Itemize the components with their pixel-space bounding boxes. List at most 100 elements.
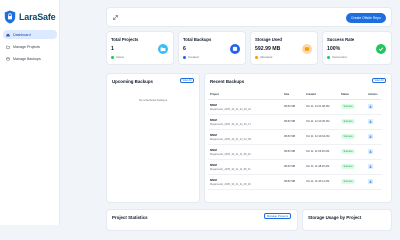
- status-dot: [255, 55, 258, 59]
- download-button[interactable]: [368, 104, 373, 109]
- stat-title: Total Projects: [111, 37, 139, 42]
- table-row: MSM Megamenlo_2025_10_21_11_58_31 98.83 M…: [208, 159, 382, 175]
- table-row: MSM Megamenlo_2025_10_21_12_40_58 98.83 M…: [208, 129, 382, 145]
- stat-title: Success Rate: [327, 37, 355, 42]
- upcoming-backups-panel: Upcoming Backups View All No scheduled b…: [106, 73, 200, 203]
- download-button[interactable]: [368, 134, 373, 139]
- database-icon: [230, 44, 240, 54]
- panel-title: Upcoming Backups: [112, 79, 153, 84]
- status-cell: Success: [339, 129, 366, 145]
- actions-cell: [366, 99, 382, 115]
- project-name: MSM: [210, 117, 217, 122]
- created-cell: Oct 11, 12:21:08 AM: [304, 99, 339, 115]
- stat-subtitle: Allocated: [255, 55, 272, 59]
- created-cell: Oct 11, 12:12:35 AM: [304, 114, 339, 130]
- actions-cell: [366, 174, 382, 190]
- table-row: MSM Megamenlo_2025_10_21_11_48_26 98.83 M…: [208, 174, 382, 190]
- actions-cell: [366, 159, 382, 175]
- size-cell: 98.83 MB: [282, 174, 304, 190]
- table-header-row: Project Size Created Status Actions: [208, 91, 382, 100]
- status-cell: Success: [339, 159, 366, 175]
- download-button[interactable]: [368, 179, 373, 184]
- home-icon: [6, 33, 10, 37]
- panel-title: Recent Backups: [210, 79, 245, 84]
- sidebar-item-manage-backups[interactable]: Manage Backups: [3, 54, 57, 63]
- sidebar-item-dashboard[interactable]: Dashboard: [3, 30, 57, 39]
- download-button[interactable]: [368, 149, 373, 154]
- backup-file-name: Megamenlo_2025_10_21_11_48_26: [210, 182, 251, 186]
- size-cell: 98.83 MB: [282, 114, 304, 130]
- panel-title: Project Statistics: [112, 215, 148, 220]
- view-all-recent-button[interactable]: View All: [372, 78, 386, 83]
- folder-icon: [158, 44, 168, 54]
- backup-file-name: Megamenlo_2025_10_21_12_45_17: [210, 122, 251, 126]
- project-name: MSM: [210, 132, 217, 137]
- stat-value: 1: [111, 46, 114, 52]
- sidebar-item-manage-projects[interactable]: Manage Projects: [3, 42, 57, 51]
- status-cell: Success: [339, 144, 366, 160]
- project-cell: MSM Megamenlo_2025_10_21_12_45_17: [208, 114, 282, 130]
- status-dot: [327, 55, 330, 59]
- storage-usage-panel: Storage Usage by Project: [302, 209, 392, 231]
- download-button[interactable]: [368, 164, 373, 169]
- status-badge: Success: [341, 119, 356, 124]
- download-icon: [369, 120, 372, 123]
- table-row: MSM Megamenlo_2025_10_21_12_48_22 98.83 M…: [208, 99, 382, 115]
- sidebar: LaraSafe Dashboard Manage Projects Manag…: [0, 0, 60, 225]
- stat-value: 592.99 MB: [255, 46, 281, 52]
- column-header: Size: [282, 91, 304, 100]
- recent-backups-panel: Recent Backups View All Project Size Cre…: [204, 73, 392, 203]
- project-cell: MSM Megamenlo_2025_10_21_12_40_58: [208, 129, 282, 145]
- backup-file-name: Megamenlo_2025_10_21_12_40_58: [210, 137, 251, 141]
- sidebar-item-label: Manage Projects: [13, 44, 40, 49]
- brand[interactable]: LaraSafe: [4, 8, 56, 26]
- stat-card-total-backups: Total Backups 6 Created: [178, 31, 246, 65]
- stat-card-storage-used: Storage Used 592.99 MB Allocated: [250, 31, 318, 65]
- actions-cell: [366, 114, 382, 130]
- download-icon: [369, 150, 372, 153]
- stat-subtitle: Successful: [327, 55, 347, 59]
- view-all-upcoming-button[interactable]: View All: [180, 78, 194, 83]
- table-row: MSM Megamenlo_2025_10_21_11_58_40 98.83 M…: [208, 144, 382, 160]
- download-button[interactable]: [368, 119, 373, 124]
- column-header: Project: [208, 91, 282, 100]
- shield-logo-icon: [4, 10, 16, 24]
- size-cell: 98.83 MB: [282, 144, 304, 160]
- download-icon: [369, 105, 372, 108]
- stat-card-total-projects: Total Projects 1 Active: [106, 31, 174, 65]
- panel-title: Storage Usage by Project: [308, 215, 362, 220]
- status-badge: Success: [341, 149, 356, 154]
- database-icon: [6, 56, 10, 60]
- download-icon: [369, 135, 372, 138]
- backup-file-name: Megamenlo_2025_10_21_12_48_22: [210, 107, 251, 111]
- status-cell: Success: [339, 99, 366, 115]
- stat-subtitle: Active: [111, 55, 124, 59]
- app-name: LaraSafe: [19, 12, 56, 22]
- stat-card-success-rate: Success Rate 100% Successful: [322, 31, 392, 65]
- stat-subtitle-text: Active: [116, 55, 125, 59]
- size-cell: 98.83 MB: [282, 159, 304, 175]
- size-cell: 98.83 MB: [282, 99, 304, 115]
- project-cell: MSM Megamenlo_2025_10_21_12_48_22: [208, 99, 282, 115]
- stat-subtitle-text: Created: [188, 55, 199, 59]
- status-cell: Success: [339, 174, 366, 190]
- column-header: Actions: [366, 91, 382, 100]
- sidebar-item-label: Dashboard: [13, 32, 31, 37]
- download-icon: [369, 165, 372, 168]
- stat-subtitle: Created: [183, 55, 199, 59]
- sidebar-item-label: Manage Backups: [13, 56, 41, 61]
- created-cell: Oct 11, 11:40:14 AM: [304, 174, 339, 190]
- main-content: Create Offsite Repo Total Projects 1 Act…: [60, 0, 400, 231]
- storage-icon: [302, 44, 312, 54]
- check-icon: [376, 44, 386, 54]
- size-cell: 98.83 MB: [282, 129, 304, 145]
- project-cell: MSM Megamenlo_2025_10_21_11_58_31: [208, 159, 282, 175]
- project-statistics-panel: Project Statistics Manage Projects: [106, 209, 298, 231]
- folder-icon: [6, 45, 10, 49]
- actions-cell: [366, 129, 382, 145]
- manage-projects-button[interactable]: Manage Projects: [264, 213, 291, 219]
- menu-toggle-icon[interactable]: [112, 14, 119, 21]
- column-header: Created: [304, 91, 339, 100]
- create-offsite-repo-button[interactable]: Create Offsite Repo: [346, 13, 386, 23]
- stat-subtitle-text: Successful: [332, 55, 347, 59]
